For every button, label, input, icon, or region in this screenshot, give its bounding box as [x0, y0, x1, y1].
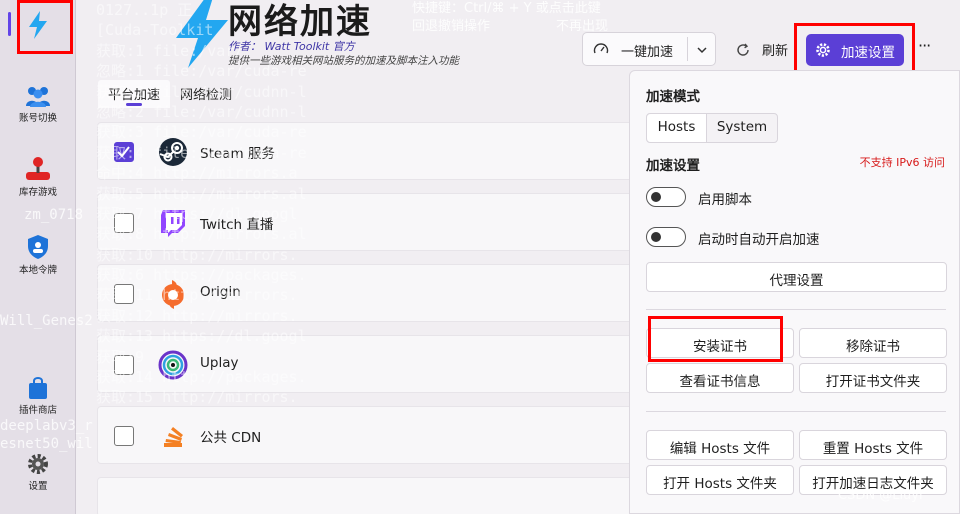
highlight-box-install-cert [648, 316, 783, 362]
platform-checkbox[interactable] [114, 213, 134, 233]
mode-hosts[interactable]: Hosts [647, 114, 707, 142]
gear-icon [816, 43, 830, 57]
joystick-icon [26, 157, 50, 180]
cdn-icon [164, 427, 183, 447]
steam-icon [159, 138, 187, 166]
page-author: 作者： Watt Toolkit 官方 [228, 40, 355, 53]
watermark: CSDN @Liuyi [838, 488, 923, 503]
mode-selector: Hosts System [646, 113, 778, 143]
platform-checkbox[interactable] [114, 426, 134, 446]
list-item[interactable]: Uplay [97, 335, 657, 393]
reset-hosts-button[interactable]: 重置 Hosts 文件 [799, 430, 947, 460]
platform-name: 公共 CDN [200, 430, 262, 446]
open-cert-folder-button[interactable]: 打开证书文件夹 [799, 363, 947, 393]
toggle-switch[interactable] [646, 187, 686, 207]
page-description: 提供一些游戏相关网站服务的加速及脚本注入功能 [228, 55, 459, 67]
desktop-label: zm_0718 [24, 207, 84, 223]
ipv6-warning: 不支持 IPv6 访问 [859, 156, 945, 169]
list-item[interactable]: Steam 服务 [97, 122, 657, 180]
platform-name: Origin [200, 284, 241, 300]
mode-system[interactable]: System [707, 114, 777, 142]
origin-icon [162, 280, 184, 309]
more-options-button[interactable]: ··· [918, 36, 931, 55]
platform-name: Uplay [200, 355, 239, 371]
list-item[interactable]: 公共 CDN [97, 406, 657, 464]
sidebar-item-label: 库存游戏 [18, 187, 57, 198]
sidebar-item-label: 设置 [28, 481, 48, 492]
remove-cert-button[interactable]: 移除证书 [799, 328, 947, 358]
accel-settings-button[interactable]: 加速设置 [806, 34, 904, 66]
list-item[interactable]: Origin [97, 264, 657, 322]
users-icon [26, 87, 50, 107]
store-bag-icon [29, 377, 47, 399]
open-hosts-folder-button[interactable]: 打开 Hosts 文件夹 [646, 465, 794, 495]
list-item [97, 477, 657, 514]
twitch-icon [161, 210, 185, 237]
page-title: 网络加速 [228, 2, 372, 42]
platform-checkbox[interactable] [114, 142, 134, 162]
uplay-icon [158, 350, 188, 380]
gear-icon [28, 454, 48, 474]
quick-accelerate-button[interactable]: 一键加速 [582, 32, 716, 66]
edit-hosts-button[interactable]: 编辑 Hosts 文件 [646, 430, 794, 460]
proxy-settings-button[interactable]: 代理设置 [646, 262, 947, 292]
sidebar-item-settings[interactable]: 设置 [0, 452, 76, 492]
undo-hint: 回退撤销操作 [412, 19, 491, 34]
list-item[interactable]: Twitch 直播 [97, 193, 657, 251]
sidebar-item-library[interactable]: 库存游戏 [0, 156, 76, 198]
settings-heading: 加速设置 [646, 158, 700, 174]
desktop-label: Will_Genes2 [0, 313, 93, 329]
tab-bar: 平台加速 网络检测 [98, 80, 242, 108]
tab-network-check[interactable]: 网络检测 [170, 80, 242, 108]
checkmark-icon [117, 146, 130, 158]
chevron-down-icon[interactable] [696, 44, 708, 56]
highlight-box-sidebar [17, 0, 73, 54]
platform-checkbox[interactable] [114, 284, 134, 304]
shield-icon [28, 235, 48, 259]
mode-heading: 加速模式 [646, 89, 700, 105]
accel-settings-panel: 加速模式 Hosts System 加速设置 不支持 IPv6 访问 启用脚本 … [629, 70, 960, 514]
platform-checkbox[interactable] [114, 355, 134, 375]
sidebar-item-plugin-store[interactable]: 插件商店 [0, 376, 76, 416]
desktop-label: deeplabv3_r [0, 418, 93, 434]
view-cert-button[interactable]: 查看证书信息 [646, 363, 794, 393]
refresh-button[interactable]: 刷新 [736, 40, 788, 59]
sidebar-item-label: 账号切换 [18, 113, 57, 124]
sidebar-item-label: 插件商店 [18, 405, 57, 416]
sidebar-item-label: 本地令牌 [18, 265, 57, 276]
shortcut-hint: 快捷键：Ctrl/⌘ + Y 或点击此键 [412, 1, 601, 16]
platform-name: Twitch 直播 [200, 217, 274, 233]
speedometer-icon [593, 43, 609, 54]
sidebar-item-authenticator[interactable]: 本地令牌 [0, 234, 76, 276]
toggle-switch[interactable] [646, 227, 686, 247]
sidebar-item-accounts[interactable]: 账号切换 [0, 84, 76, 124]
tab-platform-accel[interactable]: 平台加速 [98, 80, 171, 108]
platform-name: Steam 服务 [200, 146, 275, 162]
refresh-icon [737, 43, 749, 56]
desktop-label: esnet50_wil [0, 436, 93, 452]
